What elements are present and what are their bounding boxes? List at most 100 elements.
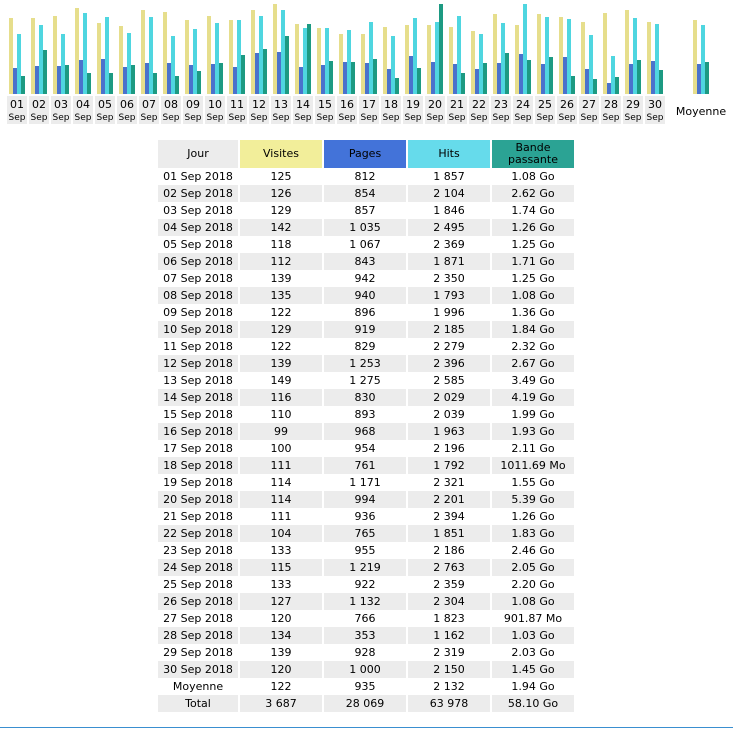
bar-pages-29 bbox=[629, 64, 633, 94]
day-month-label: Sep bbox=[427, 113, 444, 123]
header-hits: Hits bbox=[408, 140, 490, 168]
day-month-label: Sep bbox=[185, 113, 202, 123]
table-row: 29 Sep 2018 139 928 2 319 2.03 Go bbox=[158, 644, 574, 661]
bar-hits-18 bbox=[391, 36, 395, 94]
cell-bandwidth: 1.26 Go bbox=[492, 219, 574, 236]
day-month-label: Sep bbox=[581, 113, 598, 123]
cell-visits: 142 bbox=[240, 219, 322, 236]
cell-bandwidth: 3.49 Go bbox=[492, 372, 574, 389]
cell-pages: 1 253 bbox=[324, 355, 406, 372]
bar-hits-25 bbox=[545, 17, 549, 94]
table-row: 06 Sep 2018 112 843 1 871 1.71 Go bbox=[158, 253, 574, 270]
bar-visits-09 bbox=[185, 20, 189, 94]
table-row: 19 Sep 2018 114 1 171 2 321 1.55 Go bbox=[158, 474, 574, 491]
cell-bandwidth: 1.36 Go bbox=[492, 304, 574, 321]
cell-bandwidth: 1.45 Go bbox=[492, 661, 574, 678]
cell-visits: 134 bbox=[240, 627, 322, 644]
cell-bandwidth: 1.83 Go bbox=[492, 525, 574, 542]
bar-hits-17 bbox=[369, 22, 373, 94]
cell-visits: 120 bbox=[240, 610, 322, 627]
cell-hits: 2 201 bbox=[408, 491, 490, 508]
cell-pages: 765 bbox=[324, 525, 406, 542]
bar-visits-25 bbox=[537, 14, 541, 94]
bar-hits-21 bbox=[457, 16, 461, 94]
bar-bandwidth-23 bbox=[505, 53, 509, 94]
bar-bandwidth-08 bbox=[175, 76, 179, 94]
header-visits: Visites bbox=[240, 140, 322, 168]
cell-bandwidth: 1.84 Go bbox=[492, 321, 574, 338]
day-number-label: 23 bbox=[494, 98, 508, 111]
cell-day: 12 Sep 2018 bbox=[158, 355, 238, 372]
cell-hits: 2 495 bbox=[408, 219, 490, 236]
bar-bandwidth-29 bbox=[637, 60, 641, 94]
cell-hits: 2 350 bbox=[408, 270, 490, 287]
bar-bandwidth-20 bbox=[439, 4, 443, 94]
day-month-label: Sep bbox=[603, 113, 620, 123]
bar-pages-21 bbox=[453, 64, 457, 94]
cell-hits: 2 039 bbox=[408, 406, 490, 423]
bar-visits-16 bbox=[339, 34, 343, 94]
bar-bandwidth-26 bbox=[571, 76, 575, 94]
day-number-label: 06 bbox=[120, 98, 134, 111]
cell-hits: 2 369 bbox=[408, 236, 490, 253]
day-number-label: 27 bbox=[582, 98, 596, 111]
cell-hits: 2 585 bbox=[408, 372, 490, 389]
cell-bandwidth: 2.67 Go bbox=[492, 355, 574, 372]
bar-pages-30 bbox=[651, 61, 655, 94]
bar-visits-23 bbox=[493, 14, 497, 94]
bar-hits-11 bbox=[237, 20, 241, 94]
day-number-label: 28 bbox=[604, 98, 618, 111]
cell-visits: 100 bbox=[240, 440, 322, 457]
cell-day: 26 Sep 2018 bbox=[158, 593, 238, 610]
day-number-label: 09 bbox=[186, 98, 200, 111]
cell-hits: 1 996 bbox=[408, 304, 490, 321]
bar-pages-17 bbox=[365, 63, 369, 94]
table-row: 25 Sep 2018 133 922 2 359 2.20 Go bbox=[158, 576, 574, 593]
cell-day: 28 Sep 2018 bbox=[158, 627, 238, 644]
bar-bandwidth-14 bbox=[307, 24, 311, 94]
cell-pages: 1 171 bbox=[324, 474, 406, 491]
bar-pages-15 bbox=[321, 65, 325, 94]
cell-day: 25 Sep 2018 bbox=[158, 576, 238, 593]
cell-hits: 2 186 bbox=[408, 542, 490, 559]
cell-pages: 928 bbox=[324, 644, 406, 661]
header-day: Jour bbox=[158, 140, 238, 168]
table-row: 26 Sep 2018 127 1 132 2 304 1.08 Go bbox=[158, 593, 574, 610]
table-row: 22 Sep 2018 104 765 1 851 1.83 Go bbox=[158, 525, 574, 542]
cell-bandwidth: 2.05 Go bbox=[492, 559, 574, 576]
bar-pages-07 bbox=[145, 63, 149, 94]
day-number-label: 20 bbox=[428, 98, 442, 111]
bar-hits-14 bbox=[303, 28, 307, 94]
bar-visits-04 bbox=[75, 8, 79, 94]
cell-hits: 2 396 bbox=[408, 355, 490, 372]
day-number-label: 03 bbox=[54, 98, 68, 111]
bar-pages-04 bbox=[79, 60, 83, 94]
bar-bandwidth-30 bbox=[659, 70, 663, 94]
day-month-label: Sep bbox=[207, 113, 224, 123]
table-row: 13 Sep 2018 149 1 275 2 585 3.49 Go bbox=[158, 372, 574, 389]
day-month-label: Sep bbox=[559, 113, 576, 123]
bar-hits-13 bbox=[281, 10, 285, 94]
cell-visits: 112 bbox=[240, 253, 322, 270]
table-row: 18 Sep 2018 111 761 1 792 1011.69 Mo bbox=[158, 457, 574, 474]
daily-stats-chart: 01 Sep 02 Sep 03 Sep 04 Sep 05 Sep 06 Sep 07 Sep 08 Sep… bbox=[7, 4, 726, 124]
cell-day: 09 Sep 2018 bbox=[158, 304, 238, 321]
bar-pages-16 bbox=[343, 62, 347, 94]
cell-bandwidth: 4.19 Go bbox=[492, 389, 574, 406]
bar-visits-17 bbox=[361, 34, 365, 94]
bar-bandwidth-18 bbox=[395, 78, 399, 94]
cell-hits: 2 150 bbox=[408, 661, 490, 678]
day-number-label: 02 bbox=[32, 98, 46, 111]
cell-pages: 766 bbox=[324, 610, 406, 627]
bar-visits-01 bbox=[9, 18, 13, 94]
cell-day: 16 Sep 2018 bbox=[158, 423, 238, 440]
bar-visits-13 bbox=[273, 4, 277, 94]
cell-hits: 1 871 bbox=[408, 253, 490, 270]
bar-bandwidth-07 bbox=[153, 73, 157, 94]
table-row: 16 Sep 2018 99 968 1 963 1.93 Go bbox=[158, 423, 574, 440]
day-month-label: Sep bbox=[251, 113, 268, 123]
cell-visits: 135 bbox=[240, 287, 322, 304]
cell-visits: 118 bbox=[240, 236, 322, 253]
cell-pages: 919 bbox=[324, 321, 406, 338]
day-month-label: Sep bbox=[625, 113, 642, 123]
